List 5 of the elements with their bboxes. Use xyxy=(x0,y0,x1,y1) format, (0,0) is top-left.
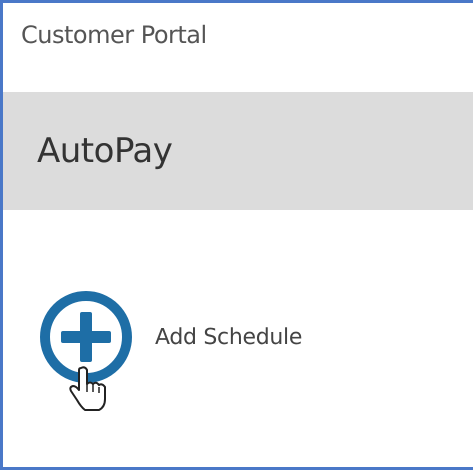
portal-title: Customer Portal xyxy=(20,20,208,51)
section-title: AutoPay xyxy=(37,131,172,171)
hand-pointer-icon xyxy=(69,366,109,412)
plus-circle-icon xyxy=(39,290,133,384)
add-schedule-label: Add Schedule xyxy=(155,324,302,350)
